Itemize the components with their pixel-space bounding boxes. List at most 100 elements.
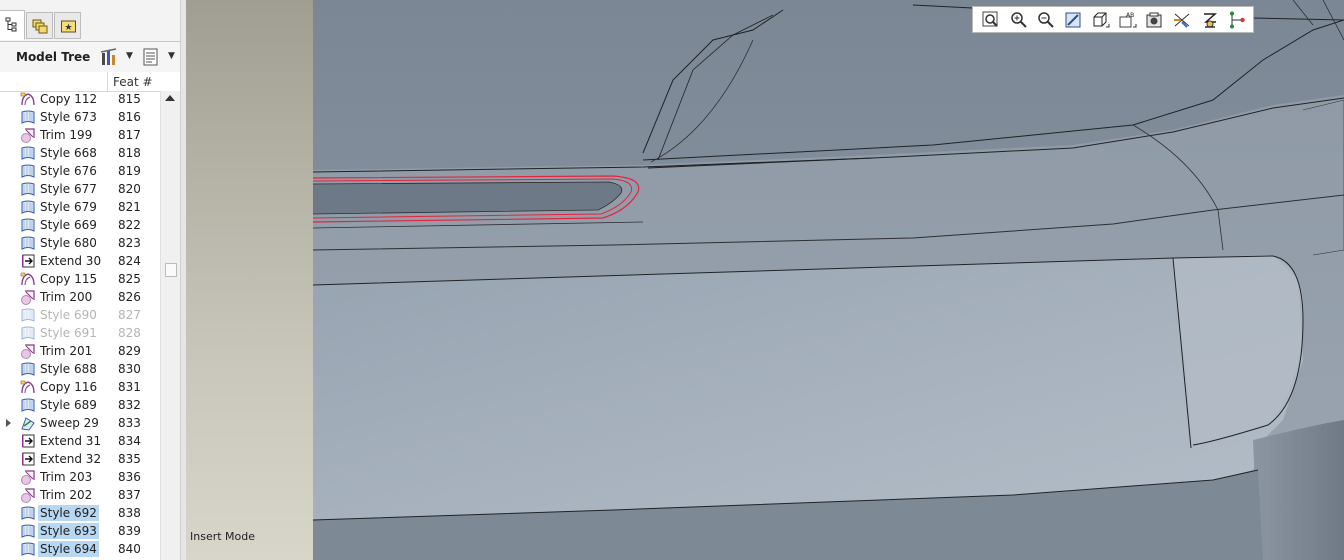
feature-name: Trim 203 (40, 470, 93, 484)
scroll-up-icon[interactable] (165, 95, 175, 101)
tree-row[interactable]: Trim 202 837 (0, 486, 160, 504)
expand-arrow-icon[interactable] (6, 419, 11, 427)
feature-number: 815 (118, 92, 141, 106)
copy-icon (20, 271, 36, 287)
tree-row[interactable]: Copy 116 831 (0, 378, 160, 396)
tree-row[interactable]: Style 677 820 (0, 180, 160, 198)
tab-favorites[interactable] (54, 12, 81, 39)
style-icon (20, 235, 36, 251)
navigator-panel: Model Tree ▼ ▼ Feat # Copy 112 815 Style 6… (0, 0, 186, 560)
tree-row[interactable]: Copy 115 825 (0, 270, 160, 288)
feature-name: Style 669 (40, 218, 97, 232)
feature-number: 840 (118, 542, 141, 556)
view-manager-icon[interactable] (1144, 10, 1164, 30)
style-icon (20, 181, 36, 197)
feature-number: 823 (118, 236, 141, 250)
feature-number: 817 (118, 128, 141, 142)
tree-row[interactable]: Trim 201 829 (0, 342, 160, 360)
tree-row[interactable]: Style 692 838 (0, 504, 160, 522)
tree-row[interactable]: Style 680 823 (0, 234, 160, 252)
zoom-in-icon[interactable] (1009, 10, 1029, 30)
feature-name: Sweep 29 (40, 416, 99, 430)
feature-name: Extend 32 (40, 452, 102, 466)
spin-center-icon[interactable] (1200, 10, 1220, 30)
tree-row[interactable]: Style 669 822 (0, 216, 160, 234)
style-icon (20, 109, 36, 125)
trim-icon (20, 289, 36, 305)
tree-row[interactable]: Style 691 828 (0, 324, 160, 342)
style-icon (20, 397, 36, 413)
model-view[interactable] (313, 0, 1344, 560)
folder-browser-icon (32, 19, 48, 34)
model-tree-icon (5, 17, 17, 32)
feature-number: 830 (118, 362, 141, 376)
tree-settings-dropdown-icon[interactable]: ▼ (126, 51, 133, 61)
tree-columns-dropdown-icon[interactable]: ▼ (168, 51, 175, 61)
tab-folder-browser[interactable] (26, 12, 53, 39)
display-style-icon[interactable] (1090, 10, 1110, 30)
style-icon (20, 541, 36, 557)
feature-number: 839 (118, 524, 141, 538)
style-icon (20, 325, 36, 341)
tree-row[interactable]: Style 690 827 (0, 306, 160, 324)
feature-name: Style 689 (40, 398, 97, 412)
tree-settings-icon[interactable] (100, 47, 122, 71)
trim-icon (20, 469, 36, 485)
trim-icon (20, 127, 36, 143)
graphics-window[interactable]: AB (313, 0, 1344, 560)
feature-number: 833 (118, 416, 141, 430)
tree-row[interactable]: Style 689 832 (0, 396, 160, 414)
model-tree-header: Model Tree ▼ ▼ (0, 41, 186, 73)
feature-name: Style 690 (40, 308, 97, 322)
view-toolbar: AB (972, 6, 1254, 33)
feature-name: Extend 31 (40, 434, 102, 448)
feature-name: Style 679 (40, 200, 97, 214)
tree-row[interactable]: Style 668 818 (0, 144, 160, 162)
trim-icon (20, 343, 36, 359)
feature-number: 824 (118, 254, 141, 268)
tree-row[interactable]: Trim 203 836 (0, 468, 160, 486)
feature-number: 828 (118, 326, 141, 340)
tree-scrollbar[interactable] (160, 91, 181, 560)
trim-icon (20, 487, 36, 503)
tree-row[interactable]: Extend 30 824 (0, 252, 160, 270)
tree-row[interactable]: Trim 199 817 (0, 126, 160, 144)
feature-number: 831 (118, 380, 141, 394)
feature-number: 834 (118, 434, 141, 448)
tab-model-tree[interactable] (0, 10, 25, 40)
tree-row[interactable]: Style 694 840 (0, 540, 160, 558)
refit-icon[interactable] (981, 10, 1001, 30)
model-tree-label: Model Tree (16, 50, 91, 64)
scroll-thumb[interactable] (165, 263, 177, 277)
datum-display-icon[interactable] (1172, 10, 1192, 30)
tree-row[interactable]: Style 679 821 (0, 198, 160, 216)
feature-name: Trim 202 (40, 488, 93, 502)
tree-row[interactable]: Sweep 29 833 (0, 414, 160, 432)
tree-row[interactable]: Style 676 819 (0, 162, 160, 180)
style-icon (20, 523, 36, 539)
feature-number: 826 (118, 290, 141, 304)
feature-name: Trim 201 (40, 344, 93, 358)
style-icon (20, 505, 36, 521)
feat-number-column-header[interactable]: Feat # (113, 75, 153, 89)
tree-columns-icon[interactable] (142, 47, 160, 71)
tree-row[interactable]: Copy 112 815 (0, 90, 160, 108)
feature-number: 819 (118, 164, 141, 178)
sweep-icon (20, 415, 36, 431)
column-separator[interactable] (107, 72, 108, 91)
tree-row[interactable]: Style 673 816 (0, 108, 160, 126)
repaint-icon[interactable] (1063, 10, 1083, 30)
annotation-display-icon[interactable] (1227, 10, 1247, 30)
zoom-out-icon[interactable] (1036, 10, 1056, 30)
feature-name: Trim 199 (40, 128, 93, 142)
copy-icon (20, 379, 36, 395)
tree-row[interactable]: Trim 200 826 (0, 288, 160, 306)
copy-icon (20, 91, 36, 107)
saved-views-icon[interactable]: AB (1117, 10, 1137, 30)
tree-column-header: Feat # (0, 72, 180, 92)
tree-row[interactable]: Style 688 830 (0, 360, 160, 378)
feature-number: 838 (118, 506, 141, 520)
tree-row[interactable]: Style 693 839 (0, 522, 160, 540)
tree-row[interactable]: Extend 31 834 (0, 432, 160, 450)
tree-row[interactable]: Extend 32 835 (0, 450, 160, 468)
